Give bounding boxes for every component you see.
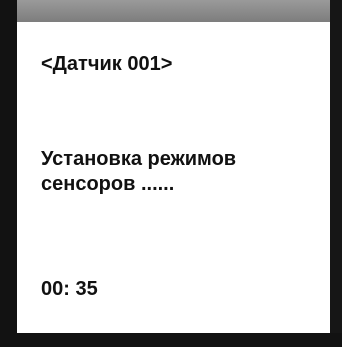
bezel-corner-right bbox=[330, 0, 342, 22]
bezel-bottom bbox=[0, 333, 342, 347]
device-frame: <Датчик 001> Установка режимов сенсоров … bbox=[0, 0, 342, 347]
bezel-top bbox=[0, 0, 342, 22]
bezel-corner-left bbox=[0, 0, 17, 22]
display-screen: <Датчик 001> Установка режимов сенсоров … bbox=[17, 22, 330, 333]
sensor-title: <Датчик 001> bbox=[41, 53, 173, 75]
bezel-left bbox=[0, 0, 17, 347]
status-message-line-2: сенсоров ...... bbox=[41, 173, 175, 195]
countdown-timer: 00: 35 bbox=[41, 278, 98, 300]
status-message: Установка режимов сенсоров ...... bbox=[41, 147, 321, 197]
status-message-line-1: Установка режимов bbox=[41, 148, 237, 170]
bezel-right bbox=[330, 0, 342, 347]
